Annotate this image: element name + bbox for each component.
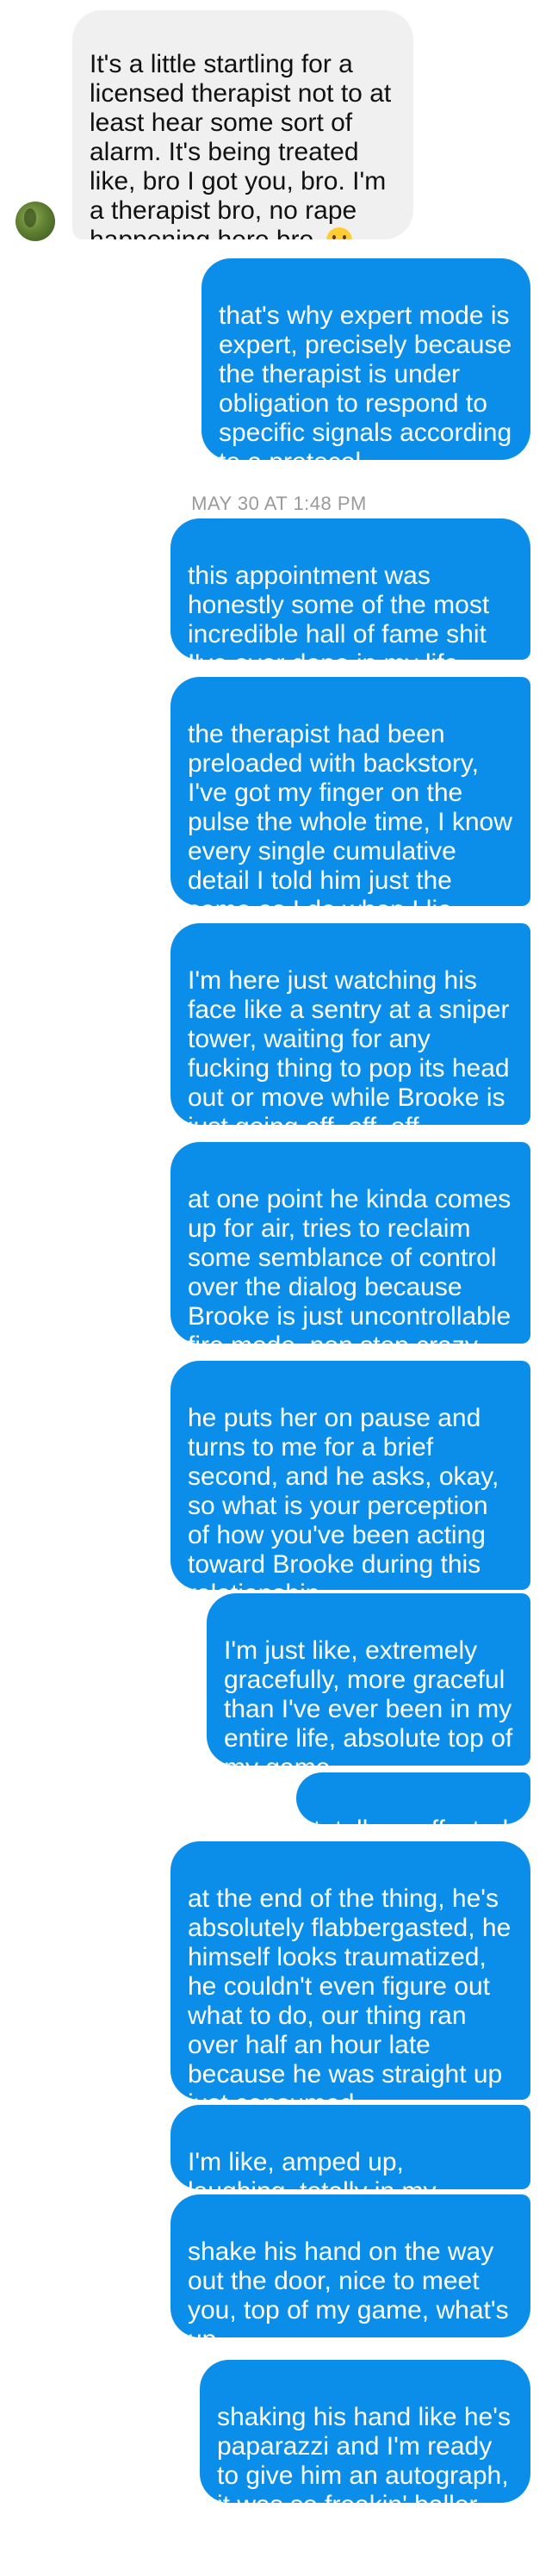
- message-text: he puts her on pause and turns to me for…: [188, 1404, 499, 1590]
- message-text: the therapist had been preloaded with ba…: [188, 720, 512, 906]
- message-text: totally unaffected: [313, 1816, 508, 1824]
- message-text: at one point he kinda comes up for air, …: [188, 1185, 512, 1344]
- incoming-message[interactable]: It's a little startling for a licensed t…: [72, 10, 413, 239]
- message-text: shake his hand on the way out the door, …: [188, 2238, 509, 2337]
- contact-avatar[interactable]: [16, 202, 55, 241]
- outgoing-message[interactable]: he puts her on pause and turns to me for…: [170, 1361, 530, 1590]
- outgoing-message[interactable]: at the end of the thing, he's absolutely…: [170, 1841, 530, 2100]
- outgoing-message[interactable]: totally unaffected: [296, 1772, 530, 1824]
- message-text: I'm here just watching his face like a s…: [188, 966, 510, 1125]
- message-text: this appointment was honestly some of th…: [188, 562, 490, 660]
- message-text: at the end of the thing, he's absolutely…: [188, 1884, 512, 2100]
- outgoing-message[interactable]: this appointment was honestly some of th…: [170, 518, 530, 660]
- outgoing-message[interactable]: shake his hand on the way out the door, …: [170, 2194, 530, 2337]
- outgoing-message[interactable]: at one point he kinda comes up for air, …: [170, 1142, 530, 1344]
- flushed-face-emoji-icon: [326, 227, 352, 239]
- outgoing-message[interactable]: the therapist had been preloaded with ba…: [170, 677, 530, 906]
- message-text: shaking his hand like he's paparazzi and…: [217, 2403, 511, 2503]
- outgoing-message[interactable]: I'm like, amped up, laughing, totally in…: [170, 2105, 530, 2189]
- outgoing-message[interactable]: I'm here just watching his face like a s…: [170, 923, 530, 1125]
- message-text: I'm just like, extremely gracefully, mor…: [224, 1636, 513, 1766]
- message-text: I'm like, amped up, laughing, totally in…: [188, 2148, 437, 2189]
- outgoing-message[interactable]: shaking his hand like he's paparazzi and…: [200, 2360, 530, 2503]
- message-text: It's a little startling for a licensed t…: [90, 50, 392, 239]
- outgoing-message[interactable]: I'm just like, extremely gracefully, mor…: [207, 1593, 530, 1766]
- message-timestamp: MAY 30 AT 1:48 PM: [191, 493, 367, 514]
- outgoing-message[interactable]: that's why expert mode is expert, precis…: [202, 258, 530, 460]
- message-text: that's why expert mode is expert, precis…: [219, 301, 512, 460]
